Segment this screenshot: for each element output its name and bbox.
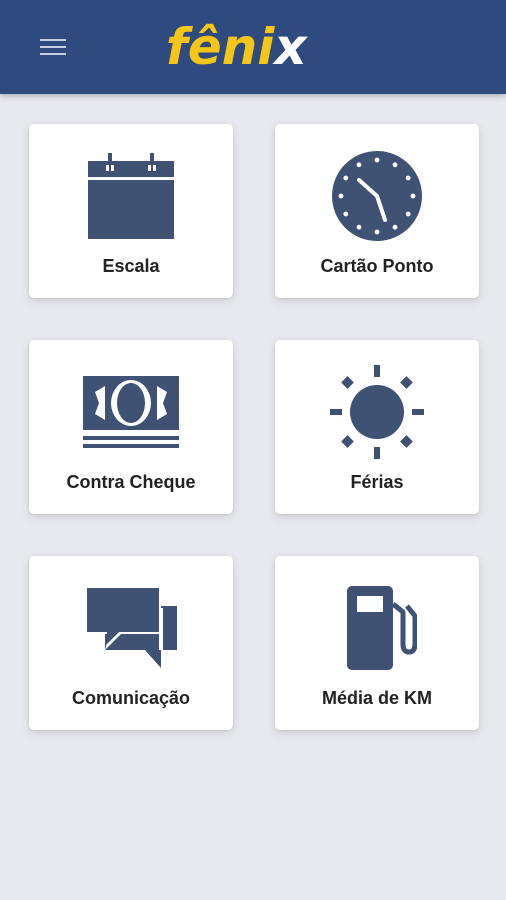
chat-bubbles-icon bbox=[85, 586, 177, 668]
menu-card-label: Comunicação bbox=[71, 688, 191, 708]
menu-card-label: Média de KM bbox=[321, 688, 432, 708]
menu-card-label: Escala bbox=[102, 256, 160, 276]
calendar-icon bbox=[88, 153, 174, 239]
menu-card-comunicacao[interactable]: Comunicação bbox=[29, 556, 233, 730]
menu-grid: Escala Cartão Ponto Contra Cheque Férias… bbox=[0, 0, 506, 900]
menu-card-label: Contra Cheque bbox=[66, 472, 196, 492]
sun-icon bbox=[330, 365, 424, 459]
menu-card-label: Férias bbox=[350, 472, 404, 492]
menu-card-contra-cheque[interactable]: Contra Cheque bbox=[29, 340, 233, 514]
menu-card-media-km[interactable]: Média de KM bbox=[275, 556, 479, 730]
menu-card-ferias[interactable]: Férias bbox=[275, 340, 479, 514]
menu-card-label: Cartão Ponto bbox=[320, 256, 434, 276]
menu-card-escala[interactable]: Escala bbox=[29, 124, 233, 298]
fuel-pump-icon bbox=[347, 586, 417, 670]
clock-icon bbox=[332, 151, 422, 241]
banknote-icon bbox=[83, 376, 179, 448]
menu-card-cartao-ponto[interactable]: Cartão Ponto bbox=[275, 124, 479, 298]
